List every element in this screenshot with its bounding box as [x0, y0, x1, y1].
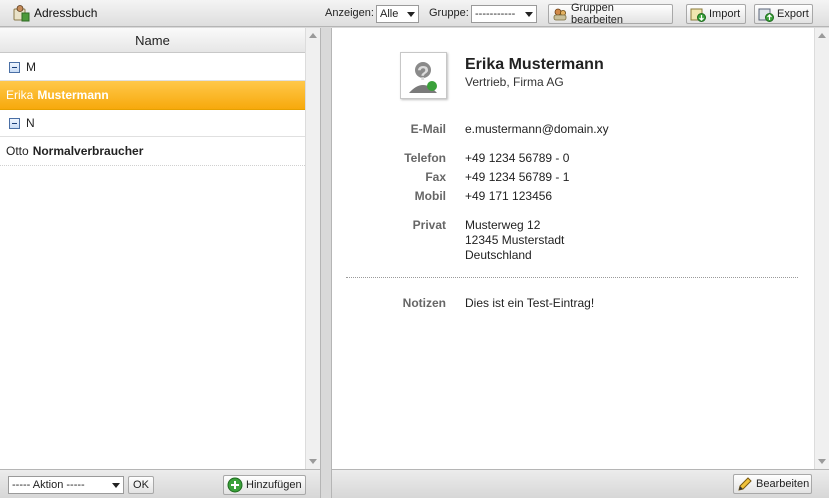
chevron-down-icon — [407, 12, 415, 17]
list-footer: ----- Aktion ----- OK Hinzufügen — [0, 469, 321, 498]
email-label: E-Mail — [410, 122, 446, 136]
edit-groups-label: Gruppen bearbeiten — [571, 2, 623, 26]
import-icon — [690, 6, 706, 22]
scroll-up-icon[interactable] — [818, 33, 826, 38]
scroll-down-icon[interactable] — [818, 459, 826, 464]
group-letter: M — [26, 60, 36, 74]
section-divider — [346, 277, 798, 278]
groups-icon — [552, 6, 568, 22]
contact-photo: ? — [400, 52, 447, 99]
app-title-label: Adressbuch — [34, 6, 98, 20]
add-contact-label: Hinzufügen — [246, 479, 302, 491]
collapse-icon[interactable] — [9, 61, 20, 73]
edit-groups-button[interactable]: Gruppen bearbeiten — [548, 2, 673, 26]
contact-first-name: Otto — [6, 144, 29, 158]
chevron-down-icon — [525, 12, 533, 17]
notes-label: Notizen — [402, 296, 446, 310]
import-label: Import — [709, 8, 741, 20]
scroll-down-icon[interactable] — [309, 459, 317, 464]
import-button[interactable]: Import — [686, 4, 746, 24]
contact-last-name: Normalverbraucher — [32, 144, 144, 158]
list-header-name[interactable]: Name — [0, 28, 305, 53]
email-value[interactable]: e.mustermann@domain.xy — [465, 122, 609, 137]
show-label: Anzeigen: — [325, 7, 374, 19]
export-label: Export — [777, 8, 809, 20]
pencil-icon — [737, 476, 753, 492]
svg-text:?: ? — [417, 63, 429, 85]
contact-list-panel: Name M Erika Mustermann N Otto Normalver… — [0, 28, 321, 469]
ok-button[interactable]: OK — [128, 476, 154, 494]
ok-label: OK — [133, 479, 149, 491]
mobile-value: +49 171 123456 — [465, 189, 553, 203]
phone-value: +49 1234 56789 - 0 — [465, 151, 570, 165]
contact-row-otto-normalverbraucher[interactable]: Otto Normalverbraucher — [0, 137, 305, 166]
address-city: 12345 Musterstadt — [465, 233, 565, 247]
private-label: Privat — [412, 218, 446, 232]
detail-scrollbar[interactable] — [814, 28, 829, 469]
phone-label: Telefon — [404, 151, 446, 165]
chevron-down-icon — [112, 483, 120, 488]
contact-detail-panel: ? Erika Mustermann Vertrieb, Firma AG E-… — [331, 28, 829, 469]
address-book-icon — [12, 4, 30, 22]
edit-contact-button[interactable]: Bearbeiten — [733, 474, 812, 494]
top-toolbar: Adressbuch Anzeigen: Alle Gruppe: ------… — [0, 0, 829, 27]
group-filter-value: ----------- — [475, 8, 516, 20]
group-label: Gruppe: — [429, 7, 469, 19]
add-icon — [227, 477, 243, 493]
contact-organization: Vertrieb, Firma AG — [465, 75, 564, 89]
list-scrollbar[interactable] — [305, 28, 320, 469]
add-contact-button[interactable]: Hinzufügen — [223, 475, 306, 495]
export-icon — [758, 6, 774, 22]
group-row-m[interactable]: M — [0, 54, 305, 81]
fax-value: +49 1234 56789 - 1 — [465, 170, 570, 184]
contact-last-name: Mustermann — [37, 88, 109, 102]
detail-footer: Bearbeiten — [331, 469, 829, 498]
show-filter-value: Alle — [380, 8, 399, 20]
address-country: Deutschland — [465, 248, 532, 262]
contact-name: Erika Mustermann — [465, 56, 604, 73]
notes-value: Dies ist ein Test-Eintrag! — [465, 296, 595, 310]
export-button[interactable]: Export — [754, 4, 813, 24]
action-select[interactable]: ----- Aktion ----- — [8, 476, 124, 494]
address-street: Musterweg 12 — [465, 218, 541, 232]
edit-contact-label: Bearbeiten — [756, 478, 810, 490]
contact-first-name: Erika — [6, 88, 34, 102]
mobile-label: Mobil — [414, 189, 446, 203]
fax-label: Fax — [425, 170, 446, 184]
unknown-person-icon: ? — [409, 62, 437, 93]
collapse-icon[interactable] — [9, 117, 20, 129]
group-letter: N — [26, 116, 35, 130]
scroll-up-icon[interactable] — [309, 33, 317, 38]
group-filter-select[interactable]: ----------- — [471, 5, 537, 23]
group-row-n[interactable]: N — [0, 110, 305, 137]
action-select-value: ----- Aktion ----- — [12, 479, 85, 491]
contact-row-erika-mustermann[interactable]: Erika Mustermann — [0, 81, 305, 110]
app-title: Adressbuch — [12, 4, 97, 22]
show-filter-select[interactable]: Alle — [376, 5, 419, 23]
